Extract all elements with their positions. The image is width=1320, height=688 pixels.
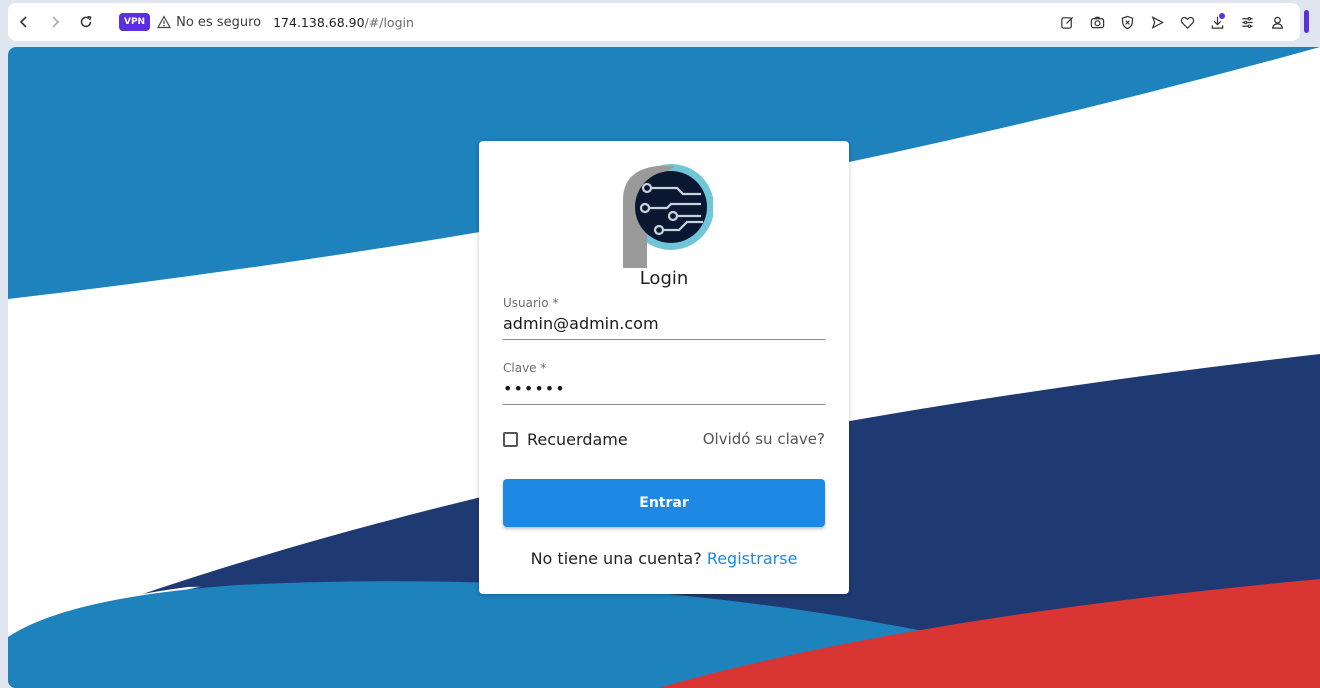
shield-icon xyxy=(1121,15,1133,29)
url-path: /#/login xyxy=(364,14,414,30)
back-button[interactable] xyxy=(9,7,39,37)
browser-toolbar: VPN No es seguro 174.138.68.90/#/login xyxy=(8,3,1300,41)
forward-button[interactable] xyxy=(40,7,70,37)
menu-icon xyxy=(1241,16,1253,28)
page-viewport: Login Usuario * Clave * Recuerdame Olvid… xyxy=(8,47,1320,688)
adblock-button[interactable] xyxy=(1112,7,1142,37)
forgot-password-link[interactable]: Olvidó su clave? xyxy=(703,430,825,448)
login-card: Login Usuario * Clave * Recuerdame Olvid… xyxy=(479,141,849,594)
edit-button[interactable] xyxy=(1052,7,1082,37)
reload-button[interactable] xyxy=(71,7,101,37)
url-host: 174.138.68.90 xyxy=(273,14,365,30)
back-arrow-icon xyxy=(19,16,27,28)
password-label: Clave * xyxy=(503,361,547,375)
security-status[interactable]: No es seguro xyxy=(176,15,261,30)
edit-icon xyxy=(1060,16,1073,29)
username-input[interactable] xyxy=(503,310,825,340)
app-logo xyxy=(623,164,713,268)
download-badge xyxy=(1219,13,1225,19)
username-label: Usuario * xyxy=(503,296,559,310)
favorites-button[interactable] xyxy=(1172,7,1202,37)
password-field: Clave * xyxy=(503,361,825,405)
forward-arrow-icon xyxy=(52,16,60,28)
login-submit-button[interactable]: Entrar xyxy=(503,479,825,527)
send-button[interactable] xyxy=(1142,7,1172,37)
address-bar[interactable]: 174.138.68.90/#/login xyxy=(273,15,414,30)
heart-icon xyxy=(1180,16,1194,29)
remember-checkbox[interactable] xyxy=(503,432,518,447)
remember-me[interactable]: Recuerdame xyxy=(503,430,628,449)
profile-icon xyxy=(1271,16,1283,29)
downloads-button[interactable] xyxy=(1202,7,1232,37)
password-input[interactable] xyxy=(503,375,825,405)
signup-row: No tiene una cuenta? Registrarse xyxy=(479,549,849,568)
warning-icon[interactable] xyxy=(157,15,172,29)
menu-button[interactable] xyxy=(1232,7,1262,37)
register-link[interactable]: Registrarse xyxy=(707,549,798,568)
login-title: Login xyxy=(639,268,689,289)
username-field: Usuario * xyxy=(503,296,825,340)
sidebar-toggle[interactable] xyxy=(1304,10,1309,33)
remember-label: Recuerdame xyxy=(527,430,628,449)
screenshot-button[interactable] xyxy=(1082,7,1112,37)
reload-icon xyxy=(80,15,92,28)
profile-button[interactable] xyxy=(1262,7,1292,37)
vpn-badge[interactable]: VPN xyxy=(119,13,151,31)
signup-prompt: No tiene una cuenta? xyxy=(530,549,702,568)
send-icon xyxy=(1151,15,1164,29)
camera-icon xyxy=(1090,16,1104,28)
